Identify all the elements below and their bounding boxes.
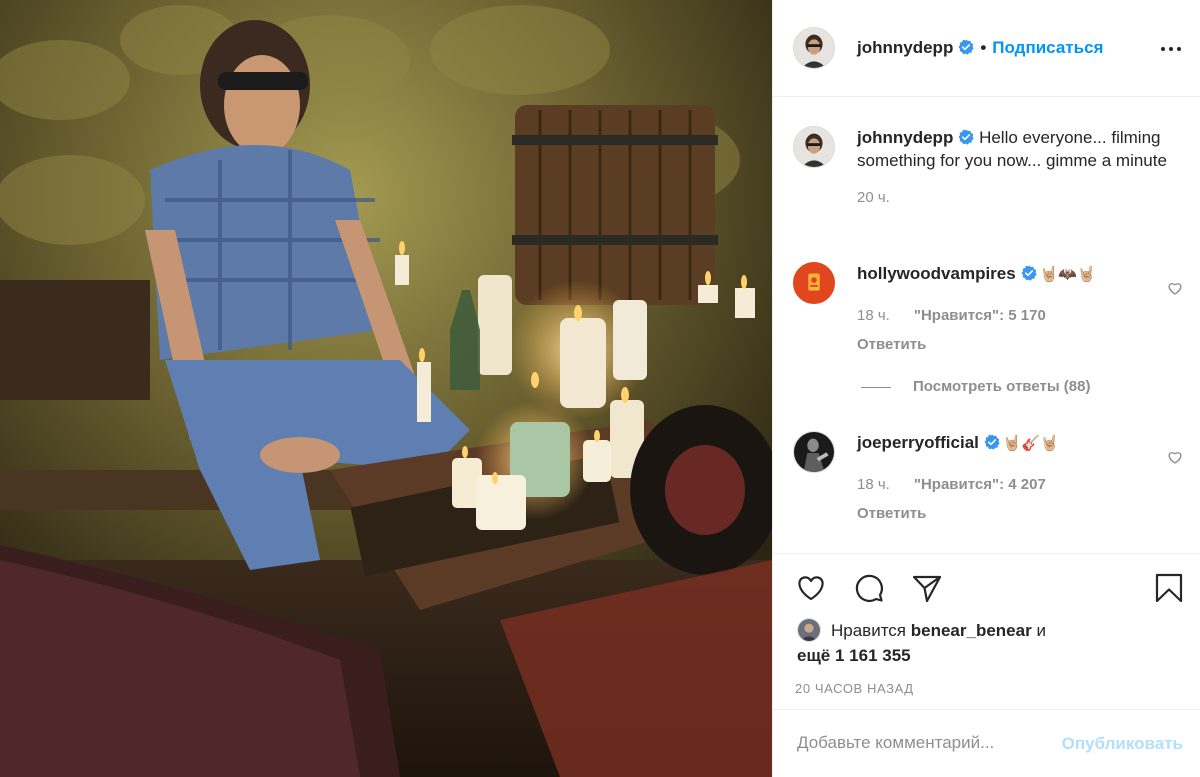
caption-username[interactable]: johnnydepp — [857, 128, 953, 147]
liked-by-conj: и — [1036, 621, 1046, 640]
comment-icon[interactable] — [853, 572, 885, 604]
comment-likes[interactable]: "Нравится": 5 170 — [914, 307, 1046, 324]
post-header: johnnydepp • Подписаться — [773, 0, 1200, 97]
verified-icon — [958, 39, 974, 55]
post-actions: Нравится benear_benear и ещё 1 161 355 20… — [773, 553, 1200, 709]
liker-avatar[interactable] — [797, 618, 821, 642]
liked-by-user[interactable]: benear_benear — [911, 621, 1032, 640]
view-replies-button[interactable]: Посмотреть ответы (88) — [861, 378, 1090, 395]
reply-button[interactable]: Ответить — [857, 502, 1187, 525]
add-comment-bar: Опубликовать — [773, 709, 1200, 777]
reply-button[interactable]: Ответить — [857, 333, 1187, 356]
post-image — [0, 0, 772, 777]
view-replies-divider — [861, 386, 891, 388]
caption-time[interactable]: 20 ч. — [857, 189, 890, 206]
commenter-username[interactable]: joeperryofficial — [857, 433, 979, 452]
verified-icon — [1021, 265, 1037, 281]
author-username[interactable]: johnnydepp — [857, 38, 953, 57]
header-separator: • — [980, 38, 987, 57]
comment-likes[interactable]: "Нравится": 4 207 — [914, 476, 1046, 493]
publish-button[interactable]: Опубликовать — [1062, 734, 1183, 754]
heart-icon[interactable] — [795, 572, 827, 604]
share-icon[interactable] — [911, 572, 943, 604]
view-replies-label: Посмотреть ответы (88) — [913, 378, 1091, 395]
comment-emoji: 🤘🏼🦇🤘🏼 — [1039, 266, 1096, 283]
post-photo[interactable] — [0, 0, 772, 777]
likes-count[interactable]: ещё 1 161 355 — [797, 646, 911, 665]
follow-button[interactable]: Подписаться — [992, 38, 1103, 57]
likes-summary: Нравится benear_benear и ещё 1 161 355 — [797, 618, 1177, 668]
bookmark-icon[interactable] — [1153, 572, 1185, 604]
comment-time[interactable]: 18 ч. — [857, 307, 890, 324]
liked-by-prefix: Нравится — [831, 621, 907, 640]
commenter-username[interactable]: hollywoodvampires — [857, 264, 1016, 283]
post-side-panel: johnnydepp • Подписаться johnnydepp Hello … — [772, 0, 1200, 777]
post-timestamp[interactable]: 20 ЧАСОВ НАЗАД — [795, 681, 914, 696]
verified-icon — [984, 434, 1000, 450]
author-avatar[interactable] — [793, 27, 835, 69]
comments-list: johnnydepp Hello everyone... filming som… — [773, 98, 1200, 553]
caption-avatar[interactable] — [793, 126, 835, 168]
comment-like-heart-icon[interactable] — [1167, 280, 1183, 296]
comment-input[interactable] — [797, 728, 1047, 758]
comment-like-heart-icon[interactable] — [1167, 449, 1183, 465]
more-horizontal-icon[interactable] — [1161, 40, 1181, 56]
comment-time[interactable]: 18 ч. — [857, 476, 890, 493]
comment-emoji: 🤘🏼🎸🤘🏼 — [1002, 435, 1059, 452]
verified-icon — [958, 129, 974, 145]
commenter-avatar[interactable] — [793, 431, 835, 473]
commenter-avatar[interactable] — [793, 262, 835, 304]
